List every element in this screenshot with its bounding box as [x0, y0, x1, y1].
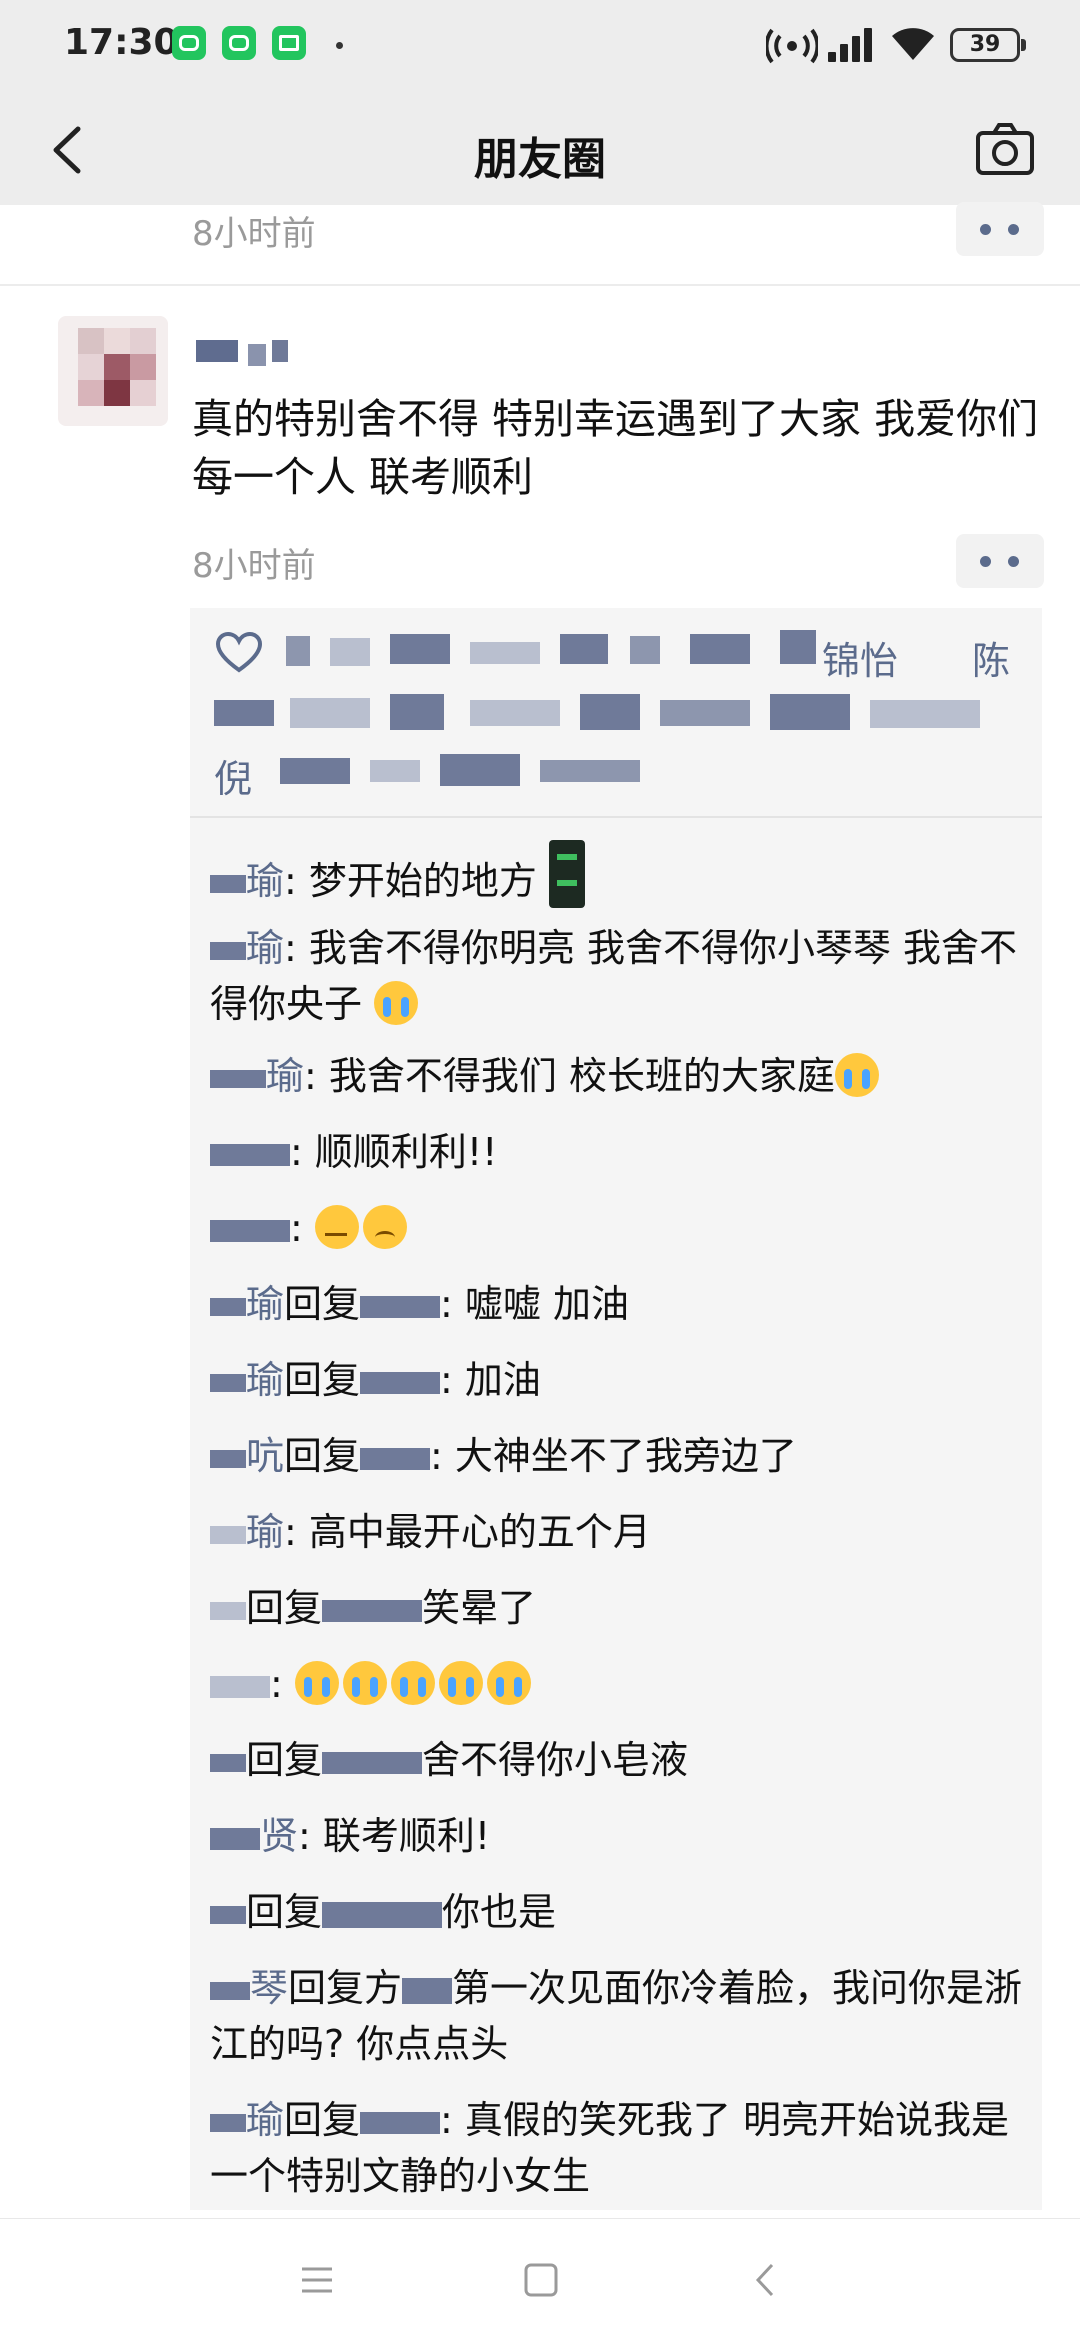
menu-icon[interactable] [294, 2257, 340, 2303]
like-name[interactable]: 锦怡 [822, 630, 898, 685]
wechat-icon [172, 26, 206, 60]
comment-item[interactable]: 回复 你也是 [210, 1884, 1030, 1940]
crying-emoji-icon [294, 1661, 339, 1705]
comment-item[interactable]: 瑜: 我舍不得我们 校长班的大家庭 [210, 1048, 1030, 1104]
comment-item[interactable]: 贤: 联考顺利! [210, 1808, 1030, 1864]
frowning-emoji-icon [362, 1205, 407, 1249]
page-title: 朋友圈 [474, 134, 606, 185]
crying-emoji-icon [390, 1661, 435, 1705]
prev-post-more-button[interactable] [956, 202, 1044, 256]
crying-emoji-icon [834, 1053, 879, 1097]
camera-icon[interactable] [974, 119, 1036, 181]
signal-icon [828, 26, 876, 62]
wechat-mini-icon [222, 26, 256, 60]
avatar[interactable] [58, 316, 168, 426]
post-divider [0, 284, 1080, 286]
comment-item[interactable]: 吭回复: 大神坐不了我旁边了 [210, 1428, 1030, 1484]
post-more-button[interactable] [956, 534, 1044, 588]
post-timestamp: 8小时前 [192, 546, 316, 586]
system-nav-bar [0, 2218, 1080, 2341]
crying-emoji-icon [486, 1661, 531, 1705]
status-time: 17:30 [64, 22, 179, 63]
hotspot-icon [766, 28, 818, 64]
likes-comments-panel: 锦怡 陈 倪 瑜: 梦开始的地方 瑜: 我舍不得你明亮 我舍不得你小琴琴 我舍不… [190, 608, 1042, 2210]
comment-item[interactable]: 回复 舍不得你小皂液 [210, 1732, 1030, 1788]
comment-item[interactable]: : 顺顺利利!! [210, 1124, 1030, 1180]
comment-item[interactable]: 瑜回复: 真假的笑死我了 明亮开始说我是一个特别文静的小女生 [210, 2092, 1030, 2204]
comment-item[interactable]: 瑜回复: 嘘嘘 加油 [210, 1276, 1030, 1332]
comment-item[interactable]: 琴回复方 第一次见面你冷着脸，我问你是浙江的吗? 你点点头 [210, 1960, 1030, 2072]
crying-emoji-icon [374, 981, 419, 1025]
comment-item[interactable]: 瑜: 我舍不得你明亮 我舍不得你小琴琴 我舍不得你央子 [210, 920, 1030, 1032]
back-icon[interactable] [744, 2257, 790, 2303]
prev-post-timestamp: 8小时前 [192, 214, 316, 254]
wifi-icon [892, 28, 934, 60]
comment-item[interactable]: 瑜回复: 加油 [210, 1352, 1030, 1408]
crying-emoji-icon [438, 1661, 483, 1705]
comment-item[interactable]: 瑜: 高中最开心的五个月 [210, 1504, 1030, 1560]
comment-item[interactable]: : [210, 1656, 1030, 1712]
likes-list: 锦怡 陈 倪 [190, 608, 1042, 816]
comment-item[interactable]: 回复 笑晕了 [210, 1580, 1030, 1636]
likes-comments-divider [190, 816, 1042, 818]
home-icon[interactable] [518, 2257, 564, 2303]
image-thumbnail-icon [549, 840, 585, 908]
like-name[interactable]: 陈 [972, 630, 1010, 685]
like-name[interactable]: 倪 [214, 748, 252, 803]
status-bar: 17:30 39 [0, 0, 1080, 95]
comment-item[interactable]: 瑜: 梦开始的地方 [210, 840, 1030, 909]
notification-dot [336, 42, 343, 49]
battery-icon: 39 [950, 28, 1026, 62]
top-nav-bar: 朋友圈 [0, 95, 1080, 205]
thinking-emoji-icon [314, 1205, 359, 1249]
heart-icon [216, 632, 262, 673]
comment-item[interactable]: : [210, 1200, 1030, 1256]
post-text: 真的特别舍不得 特别幸运遇到了大家 我爱你们每一个人 联考顺利 [192, 395, 1039, 501]
home-app-icon [272, 26, 306, 60]
crying-emoji-icon [342, 1661, 387, 1705]
author-name-redacted[interactable] [196, 340, 288, 374]
